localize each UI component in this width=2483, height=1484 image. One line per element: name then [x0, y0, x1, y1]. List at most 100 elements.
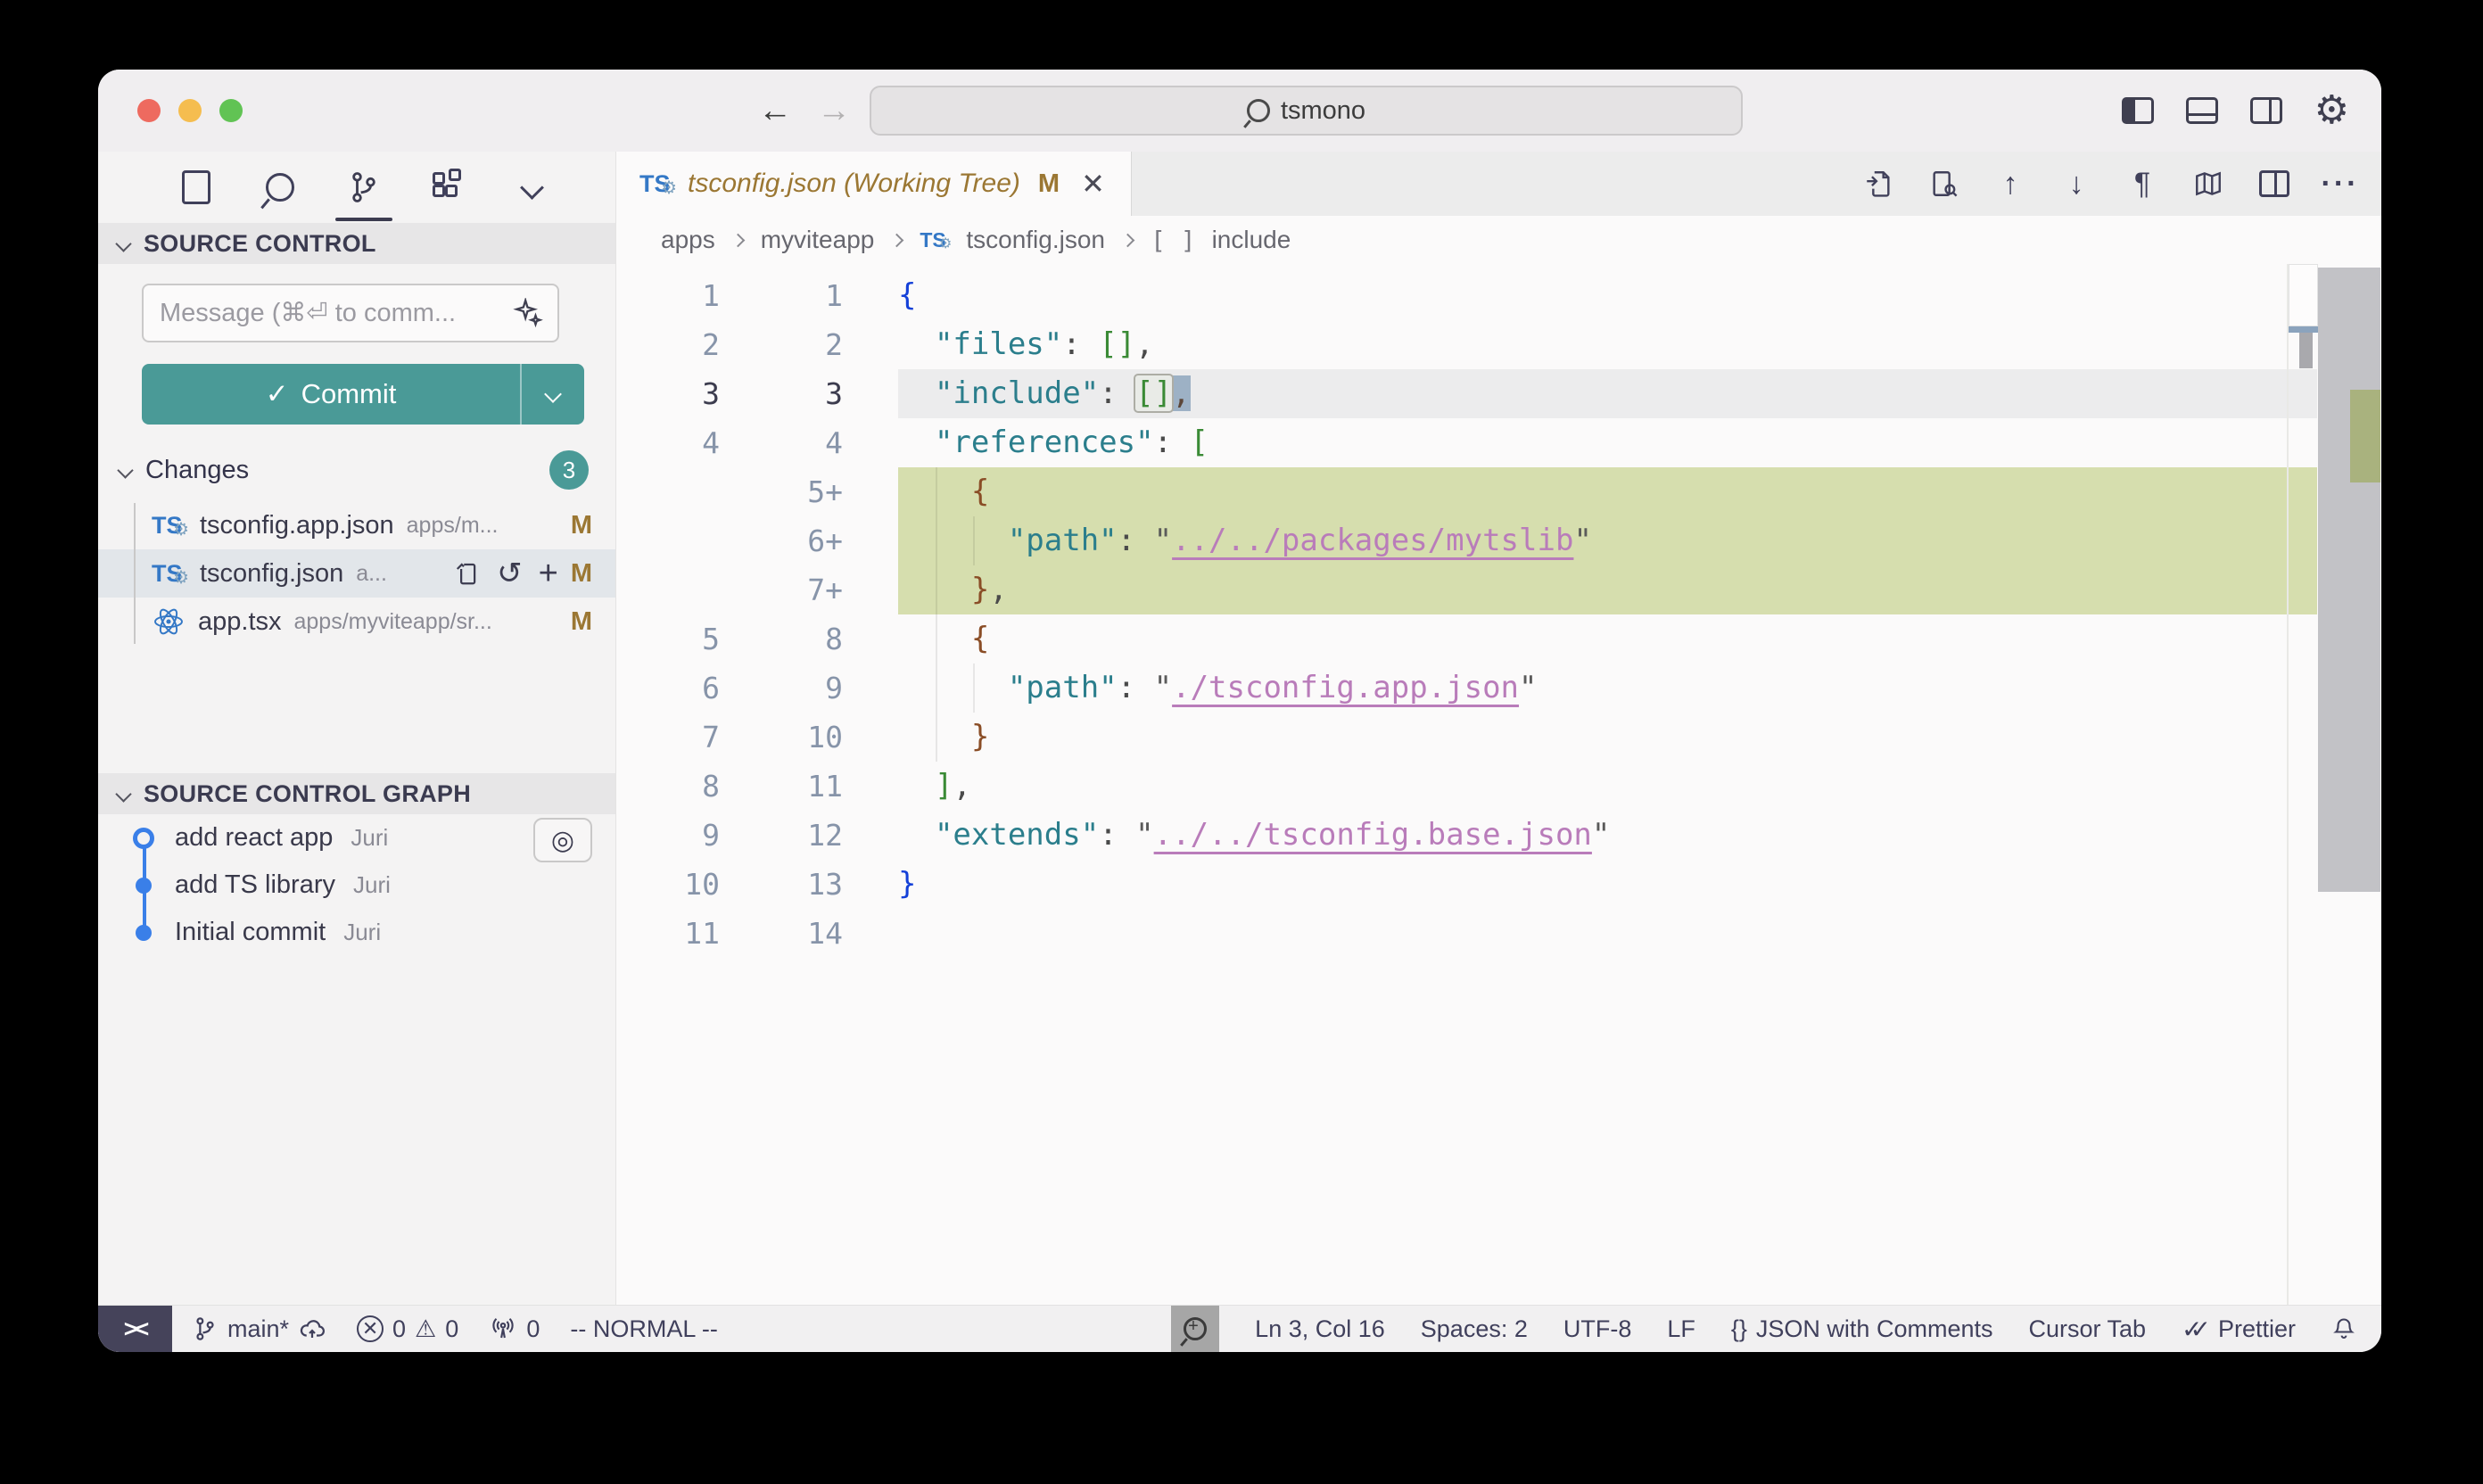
inline-view-icon[interactable]	[1926, 166, 1962, 202]
toggle-panel-icon[interactable]	[2186, 97, 2218, 124]
commit-button[interactable]: ✓ Commit	[142, 364, 584, 425]
code-line[interactable]: {	[855, 614, 2381, 664]
code-line-row: 710 }	[616, 713, 2381, 762]
code-editor[interactable]: 11{22 "files": [],33 "include": [],44 "r…	[616, 264, 2381, 1305]
discard-changes-icon[interactable]: ↺	[497, 556, 523, 591]
commit-row[interactable]: add TS libraryJuri	[98, 862, 615, 909]
scrollbar-thumb[interactable]	[2318, 268, 2380, 892]
zoom-indicator[interactable]	[1171, 1306, 1219, 1352]
forward-arrow-icon[interactable]: →	[817, 92, 851, 130]
vim-mode-status-item[interactable]: -- NORMAL --	[570, 1315, 717, 1343]
remote-indicator[interactable]: ><	[98, 1306, 172, 1352]
toggle-primary-sidebar-icon[interactable]	[2122, 97, 2154, 124]
title-bar: ← → tsmono ⚙	[98, 70, 2381, 152]
settings-gear-icon[interactable]: ⚙	[2314, 91, 2349, 130]
ports-status-item[interactable]: 0	[489, 1315, 540, 1343]
problems-status-item[interactable]: ✕ 0 ⚠ 0	[357, 1315, 458, 1343]
changed-file-row[interactable]: TS⚙tsconfig.jsona...↺+M	[98, 549, 615, 598]
chevron-down-icon	[115, 786, 131, 802]
code-line[interactable]	[855, 909, 2381, 958]
breadcrumb-item[interactable]: myviteapp	[761, 226, 875, 254]
file-path: a...	[356, 561, 387, 587]
command-center-search[interactable]: tsmono	[870, 86, 1743, 136]
vim-block-cursor: ,	[1172, 375, 1190, 411]
file-name: app.tsx	[198, 607, 282, 637]
source-control-graph-header[interactable]: SOURCE CONTROL GRAPH	[98, 773, 615, 814]
search-view-icon[interactable]	[260, 168, 300, 207]
code-line[interactable]: "path": "./tsconfig.app.json"	[855, 664, 2381, 713]
code-line[interactable]: "files": [],	[855, 320, 2381, 369]
indentation-status-item[interactable]: Spaces: 2	[1421, 1315, 1528, 1343]
original-line-number: 6	[616, 664, 732, 713]
modified-line-number: 1	[732, 271, 855, 320]
vscode-window: ← → tsmono ⚙	[98, 70, 2381, 1352]
open-file-icon[interactable]	[1860, 166, 1896, 202]
maximize-window-button[interactable]	[219, 99, 243, 122]
breadcrumb-item[interactable]: include	[1212, 226, 1291, 254]
split-editor-icon[interactable]	[2256, 166, 2292, 202]
code-line[interactable]: },	[855, 565, 2381, 614]
overview-added-lines-marker	[2350, 390, 2380, 482]
minimize-window-button[interactable]	[178, 99, 202, 122]
code-line[interactable]: "path": "../../packages/mytslib"	[855, 516, 2381, 565]
file-path: apps/m...	[407, 513, 499, 539]
explorer-icon[interactable]	[177, 168, 216, 207]
source-control-icon[interactable]	[344, 168, 384, 207]
indent-guide	[936, 516, 937, 565]
search-icon	[1247, 99, 1270, 122]
back-arrow-icon[interactable]: ←	[758, 92, 792, 130]
file-name: tsconfig.json	[200, 559, 343, 589]
breadcrumb-item[interactable]: tsconfig.json	[966, 226, 1105, 254]
more-views-chevron-icon[interactable]	[512, 168, 551, 207]
source-control-section-header[interactable]: SOURCE CONTROL	[98, 223, 615, 264]
commit-row[interactable]: Initial commitJuri	[98, 909, 615, 956]
commit-dropdown-button[interactable]	[520, 364, 584, 425]
extensions-icon[interactable]	[428, 168, 467, 207]
tab-tsconfig-working-tree[interactable]: TS⚙ tsconfig.json (Working Tree) M ✕	[616, 152, 1132, 216]
original-line-number: 8	[616, 762, 732, 811]
sparkle-ai-icon[interactable]	[513, 298, 543, 328]
code-line[interactable]: }	[855, 860, 2381, 909]
cursor-position-status-item[interactable]: Ln 3, Col 16	[1255, 1315, 1385, 1343]
language-mode-status-item[interactable]: {} JSON with Comments	[1731, 1315, 1993, 1343]
indent-guide	[936, 614, 937, 664]
code-line[interactable]: ],	[855, 762, 2381, 811]
editor-group: TS⚙ tsconfig.json (Working Tree) M ✕	[616, 152, 2381, 1305]
code-line[interactable]: "references": [	[855, 418, 2381, 467]
open-file-icon[interactable]	[454, 560, 481, 587]
more-actions-icon[interactable]: ···	[2322, 166, 2358, 202]
map-icon[interactable]	[2190, 166, 2226, 202]
commit-row[interactable]: add react appJuri◎	[98, 814, 615, 862]
render-whitespace-icon[interactable]: ¶	[2124, 166, 2160, 202]
toggle-secondary-sidebar-icon[interactable]	[2250, 97, 2282, 124]
changed-file-row[interactable]: TS⚙tsconfig.app.jsonapps/m...M	[98, 501, 615, 549]
notifications-bell-icon[interactable]	[2331, 1315, 2356, 1342]
code-line[interactable]: "include": [],	[855, 369, 2381, 418]
commit-label: Commit	[301, 378, 397, 410]
next-change-icon[interactable]: ↓	[2058, 166, 2094, 202]
code-line[interactable]: }	[855, 713, 2381, 762]
code-line-row: 5+ {	[616, 467, 2381, 516]
warnings-icon: ⚠	[415, 1315, 436, 1343]
status-bar: >< main* ✕ 0 ⚠ 0	[98, 1305, 2381, 1352]
breadcrumb-item[interactable]: apps	[661, 226, 715, 254]
cursor-tab-status-item[interactable]: Cursor Tab	[2028, 1315, 2146, 1343]
close-window-button[interactable]	[137, 99, 161, 122]
code-line-row: 22 "files": [],	[616, 320, 2381, 369]
modified-badge: M	[571, 511, 592, 540]
close-tab-icon[interactable]: ✕	[1081, 167, 1105, 201]
changes-header[interactable]: Changes 3	[98, 452, 615, 488]
branch-status-item[interactable]: main*	[192, 1315, 326, 1343]
code-line[interactable]: "extends": "../../tsconfig.base.json"	[855, 811, 2381, 860]
errors-icon: ✕	[357, 1315, 384, 1342]
code-line[interactable]: {	[855, 467, 2381, 516]
code-line[interactable]: {	[855, 271, 2381, 320]
encoding-status-item[interactable]: UTF-8	[1563, 1315, 1632, 1343]
checkout-target-icon[interactable]: ◎	[533, 818, 592, 862]
eol-status-item[interactable]: LF	[1667, 1315, 1695, 1343]
commit-message-input[interactable]	[158, 298, 506, 329]
stage-changes-icon[interactable]: +	[539, 555, 558, 593]
changed-file-row[interactable]: app.tsxapps/myviteapp/sr...M	[98, 598, 615, 646]
previous-change-icon[interactable]: ↑	[1992, 166, 2028, 202]
formatter-status-item[interactable]: ✓✓ Prettier	[2182, 1315, 2296, 1344]
